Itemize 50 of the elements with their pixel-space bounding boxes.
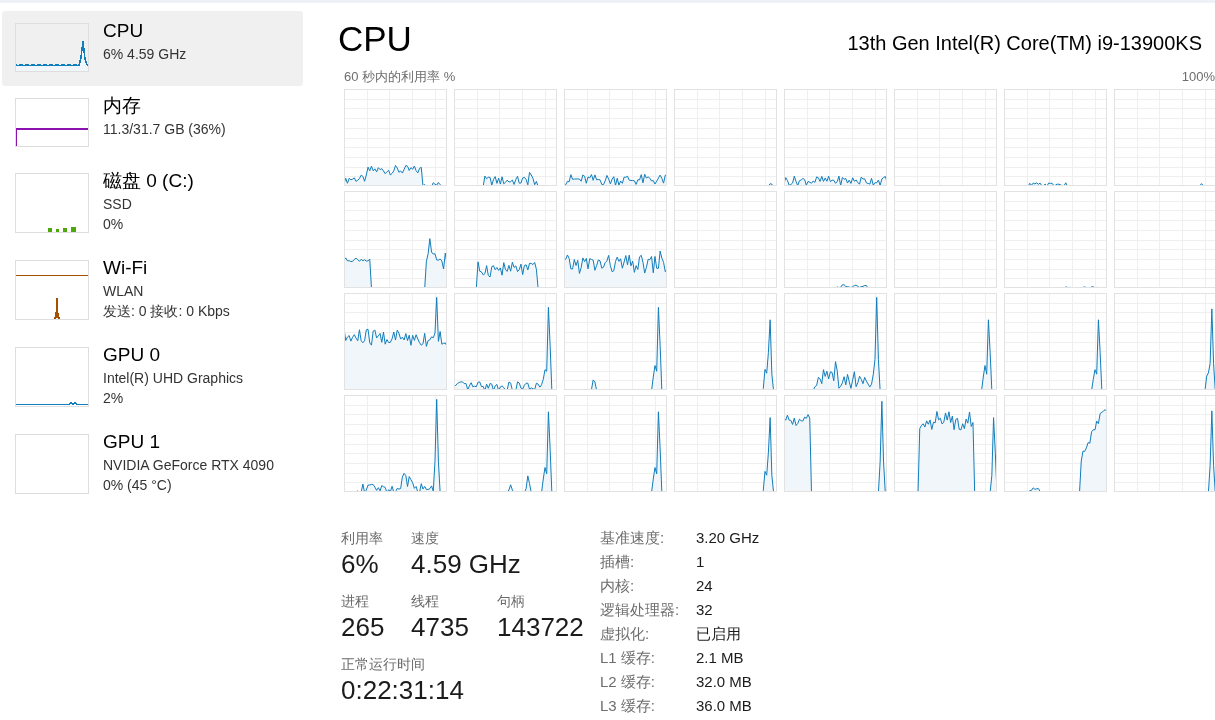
- graph-caption: 60 秒内的利用率 %: [344, 69, 456, 85]
- processor-model: 13th Gen Intel(R) Core(TM) i9-13900KS: [847, 31, 1202, 55]
- detail-label: 基准速度:: [600, 528, 666, 548]
- detail-value: 已启用: [696, 624, 741, 644]
- stat-label: 利用率: [341, 529, 384, 547]
- axis-max-label: 100%: [1181, 69, 1215, 85]
- detail-value: 32: [696, 600, 713, 620]
- sidebar-item-detail: 0%: [103, 215, 125, 234]
- detail-label: 虚拟化:: [600, 624, 651, 644]
- sidebar-item-detail: WLAN: [103, 282, 145, 301]
- sidebar-item-title: Wi-Fi: [103, 256, 149, 280]
- stat-value: 4735: [411, 611, 470, 644]
- sidebar-item-title: CPU: [103, 19, 145, 43]
- sidebar-item[interactable]: 内存 11.3/31.7 GB (36%): [2, 86, 303, 161]
- sidebar-item-detail: 6% 4.59 GHz: [103, 45, 187, 64]
- sidebar-item[interactable]: 磁盘 0 (C:) SSD 0%: [2, 161, 303, 248]
- stat-label: 句柄: [497, 592, 526, 610]
- stat-label: 速度: [411, 529, 440, 547]
- sidebar-item-detail: 发送: 0 接收: 0 Kbps: [103, 302, 230, 321]
- stat-label: 进程: [341, 592, 370, 610]
- sidebar-item[interactable]: Wi-Fi WLAN 发送: 0 接收: 0 Kbps: [2, 248, 303, 335]
- detail-label: L2 缓存:: [600, 672, 657, 692]
- stat-value: 0:22:31:14: [341, 674, 464, 707]
- detail-value: 1: [696, 552, 705, 572]
- sidebar-item[interactable]: GPU 0 Intel(R) UHD Graphics 2%: [2, 335, 303, 422]
- sidebar-item[interactable]: CPU 6% 4.59 GHz: [2, 11, 303, 86]
- detail-value: 36.0 MB: [696, 696, 752, 716]
- detail-value: 24: [696, 576, 713, 596]
- detail-label: 插槽:: [600, 552, 636, 572]
- sidebar-item-title: GPU 0: [103, 343, 162, 367]
- stat-label: 线程: [411, 592, 440, 610]
- sidebar-item-title: 内存: [103, 94, 142, 118]
- stat-label: 正常运行时间: [341, 655, 426, 673]
- sidebar-item-title: 磁盘 0 (C:): [103, 169, 194, 193]
- stat-value: 143722: [497, 611, 584, 644]
- stat-value: 6%: [341, 548, 380, 581]
- stat-value: 4.59 GHz: [411, 548, 521, 581]
- sidebar-item-detail: 11.3/31.7 GB (36%): [103, 120, 226, 139]
- page-title: CPU: [338, 18, 412, 60]
- detail-value: 32.0 MB: [696, 672, 752, 692]
- stat-value: 265: [341, 611, 386, 644]
- sidebar-item-detail: 2%: [103, 389, 125, 408]
- detail-value: 3.20 GHz: [696, 528, 760, 548]
- sidebar-item-detail: Intel(R) UHD Graphics: [103, 369, 244, 388]
- sidebar-item-detail: SSD: [103, 195, 133, 214]
- detail-label: 内核:: [600, 576, 636, 596]
- detail-label: L1 缓存:: [600, 648, 657, 668]
- detail-value: 2.1 MB: [696, 648, 744, 668]
- detail-label: L3 缓存:: [600, 696, 657, 716]
- detail-label: 逻辑处理器:: [600, 600, 681, 620]
